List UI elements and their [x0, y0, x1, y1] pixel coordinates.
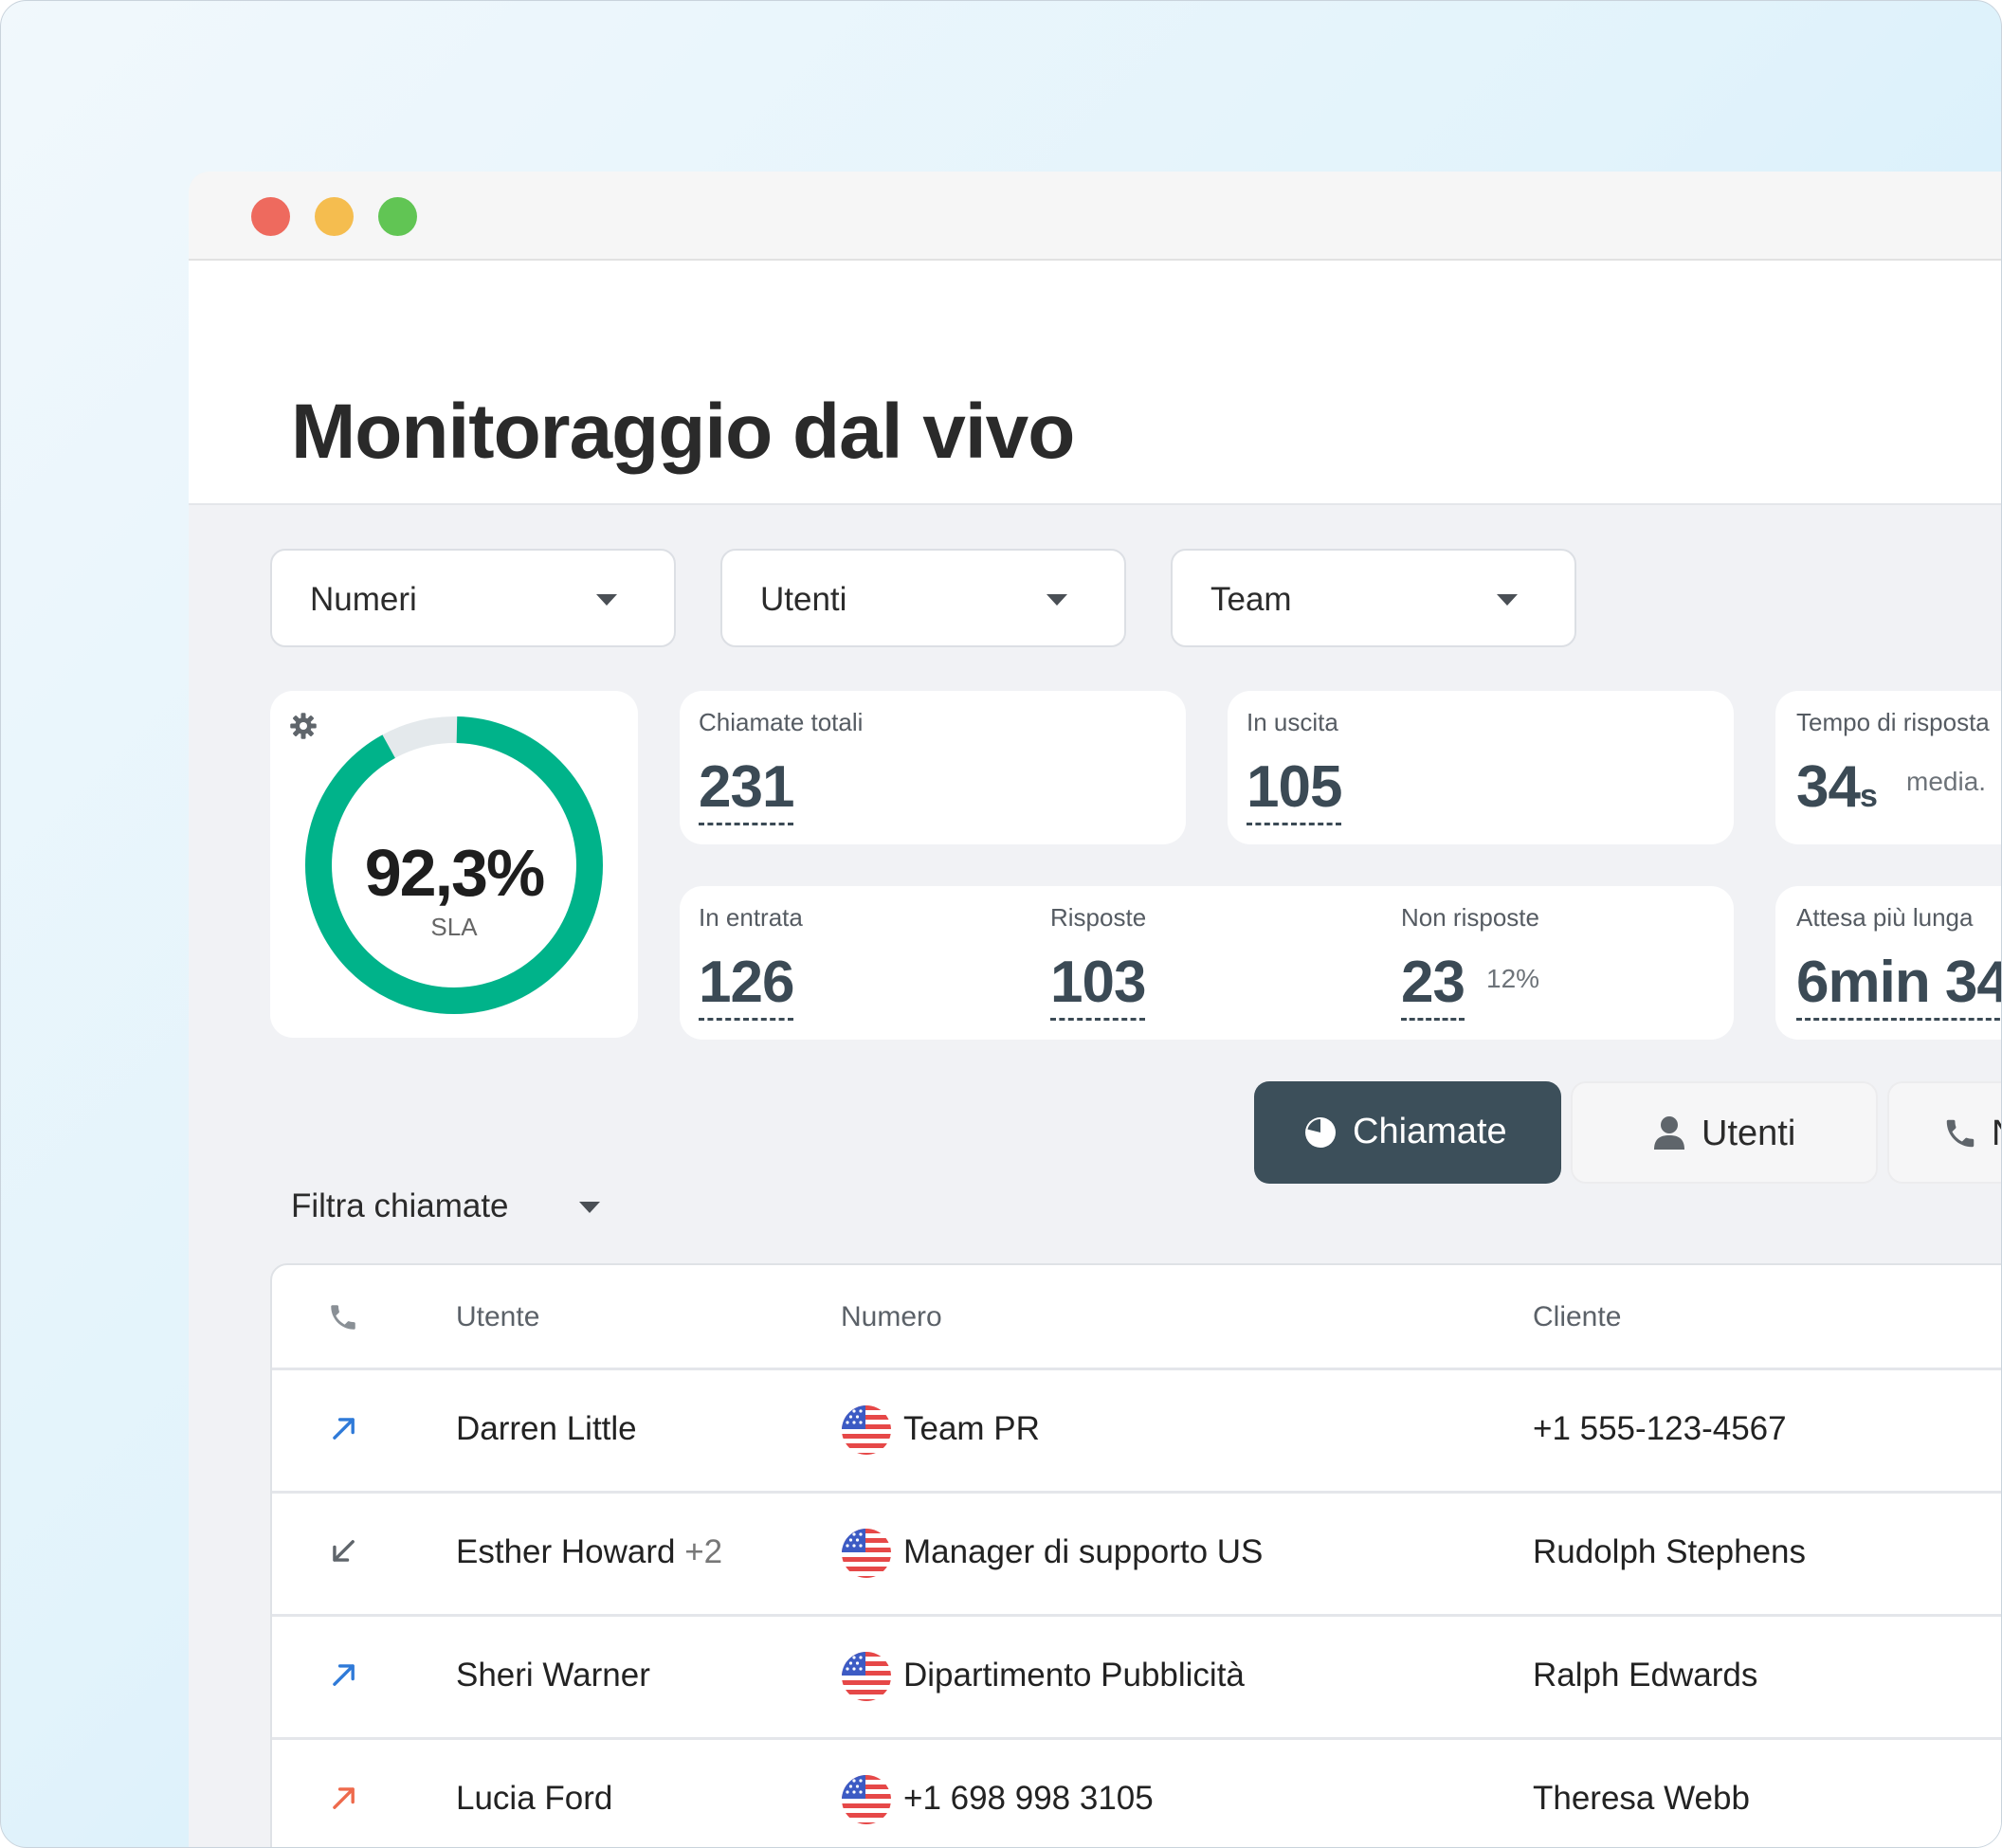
row-user[interactable]: Darren Little	[456, 1410, 637, 1448]
sla-value: 92,3%	[364, 836, 545, 910]
answered-calls-value[interactable]: 103	[1050, 949, 1146, 1021]
outgoing-calls-value[interactable]: 105	[1247, 753, 1342, 825]
response-time-caption: Tempo di risposta	[1796, 708, 1990, 736]
column-header-number[interactable]: Numero	[841, 1301, 942, 1333]
row-client[interactable]: Rudolph Stephens	[1533, 1533, 1806, 1571]
team-dropdown[interactable]: Team	[1171, 549, 1576, 647]
tab-calls[interactable]: Chiamate	[1254, 1081, 1561, 1184]
arrow-down-left-icon	[333, 1540, 355, 1562]
users-dropdown-label: Utenti	[760, 581, 847, 618]
arrow-up-right-icon	[333, 1418, 355, 1440]
sla-card: 92,3% SLA	[270, 691, 638, 1038]
table-row[interactable]: Sheri Warner Dipartimento Pubblicità Ralph…	[272, 1614, 2001, 1738]
tab-users-label: Utenti	[1702, 1114, 1796, 1153]
row-user-name: Sheri Warner	[456, 1657, 650, 1694]
arrow-up-right-icon	[333, 1664, 355, 1686]
table-row[interactable]: Lucia Ford +1 698 998 3105 Theresa Webb	[272, 1737, 2001, 1847]
row-number[interactable]: Team PR	[903, 1410, 1040, 1448]
chevron-down-icon	[596, 594, 617, 606]
maximize-window-button[interactable]	[378, 197, 417, 236]
numbers-dropdown-label: Numeri	[310, 581, 417, 618]
minimize-window-button[interactable]	[315, 197, 354, 236]
us-flag-icon	[842, 1405, 891, 1455]
arrow-up-right-missed-icon	[333, 1787, 355, 1809]
table-row[interactable]: Esther Howard +2 Manager di supporto US Ru…	[272, 1491, 2001, 1615]
chevron-down-icon[interactable]	[579, 1202, 600, 1213]
unanswered-calls-value[interactable]: 23	[1401, 949, 1465, 1021]
page-title: Monitoraggio dal vivo	[291, 389, 1075, 475]
row-number[interactable]: +1 698 998 3105	[903, 1780, 1154, 1818]
sla-label: SLA	[430, 913, 478, 941]
total-calls-caption: Chiamate totali	[699, 708, 864, 736]
call-filter-dropdown[interactable]: Filtra chiamate	[291, 1187, 509, 1225]
phone-icon	[1946, 1119, 1975, 1148]
total-calls-card: Chiamate totali 231	[680, 691, 1186, 844]
us-flag-icon	[842, 1652, 891, 1701]
incoming-calls-caption: In entrata	[699, 903, 803, 932]
pie-chart-icon	[1305, 1117, 1336, 1148]
unanswered-calls-percent: 12%	[1486, 964, 1540, 993]
response-time-number: 34	[1796, 754, 1861, 820]
row-user[interactable]: Lucia Ford	[456, 1780, 612, 1818]
response-time-unit: s	[1859, 778, 1878, 814]
page-header: Monitoraggio dal vivo	[189, 261, 2001, 505]
calls-table: Utente Numero Cliente Darren Little Team …	[270, 1263, 2001, 1847]
longest-wait-card: Attesa più lunga 6min 34	[1775, 886, 2001, 1040]
tab-users[interactable]: Utenti	[1571, 1081, 1878, 1184]
phone-icon	[331, 1305, 355, 1330]
row-user-name: Darren Little	[456, 1410, 637, 1447]
call-breakdown-card: In entrata 126 Risposte 103 Non risposte…	[680, 886, 1734, 1040]
us-flag-icon	[842, 1529, 891, 1578]
row-user[interactable]: Esther Howard +2	[456, 1533, 722, 1571]
incoming-calls-value[interactable]: 126	[699, 949, 794, 1021]
total-calls-value[interactable]: 231	[699, 753, 794, 825]
row-user-name: Esther Howard	[456, 1533, 676, 1570]
row-client[interactable]: +1 555-123-4567	[1533, 1410, 1787, 1448]
window-titlebar	[189, 172, 2001, 261]
background-frame: Monitoraggio dal vivo Numeri Utenti Team	[0, 0, 2002, 1848]
row-client[interactable]: Ralph Edwards	[1533, 1657, 1757, 1694]
numbers-dropdown[interactable]: Numeri	[270, 549, 676, 647]
row-user[interactable]: Sheri Warner	[456, 1657, 650, 1694]
us-flag-icon	[842, 1775, 891, 1824]
unanswered-calls-caption: Non risposte	[1401, 903, 1539, 932]
users-dropdown[interactable]: Utenti	[720, 549, 1126, 647]
row-client[interactable]: Theresa Webb	[1533, 1780, 1750, 1818]
chevron-down-icon	[1497, 594, 1518, 606]
tab-calls-label: Chiamate	[1353, 1112, 1507, 1151]
chevron-down-icon	[1046, 594, 1067, 606]
response-time-value: 34s	[1796, 753, 1878, 823]
team-dropdown-label: Team	[1210, 581, 1292, 618]
response-time-suffix: media.	[1906, 767, 1987, 796]
longest-wait-value[interactable]: 6min 34	[1796, 949, 2001, 1021]
response-time-card: Tempo di risposta 34s media.	[1775, 691, 2001, 844]
row-user-name: Lucia Ford	[456, 1780, 613, 1817]
answered-calls-caption: Risposte	[1050, 903, 1147, 932]
longest-wait-caption: Attesa più lunga	[1796, 903, 1974, 932]
row-number[interactable]: Manager di supporto US	[903, 1533, 1263, 1571]
row-number[interactable]: Dipartimento Pubblicità	[903, 1657, 1245, 1694]
table-row[interactable]: Darren Little Team PR +1 555-123-4567	[272, 1368, 2001, 1492]
column-header-client[interactable]: Cliente	[1533, 1301, 1621, 1333]
row-user-extra: +2	[684, 1533, 723, 1570]
user-icon	[1654, 1116, 1684, 1150]
app-window: Monitoraggio dal vivo Numeri Utenti Team	[189, 172, 2001, 1847]
table-header: Utente Numero Cliente	[272, 1265, 2001, 1368]
tab-numbers-label: N	[1992, 1114, 2001, 1154]
close-window-button[interactable]	[251, 197, 290, 236]
tab-numbers[interactable]: N	[1887, 1081, 2001, 1184]
outgoing-calls-caption: In uscita	[1247, 708, 1338, 736]
column-header-user[interactable]: Utente	[456, 1301, 539, 1333]
outgoing-calls-card: In uscita 105	[1228, 691, 1734, 844]
